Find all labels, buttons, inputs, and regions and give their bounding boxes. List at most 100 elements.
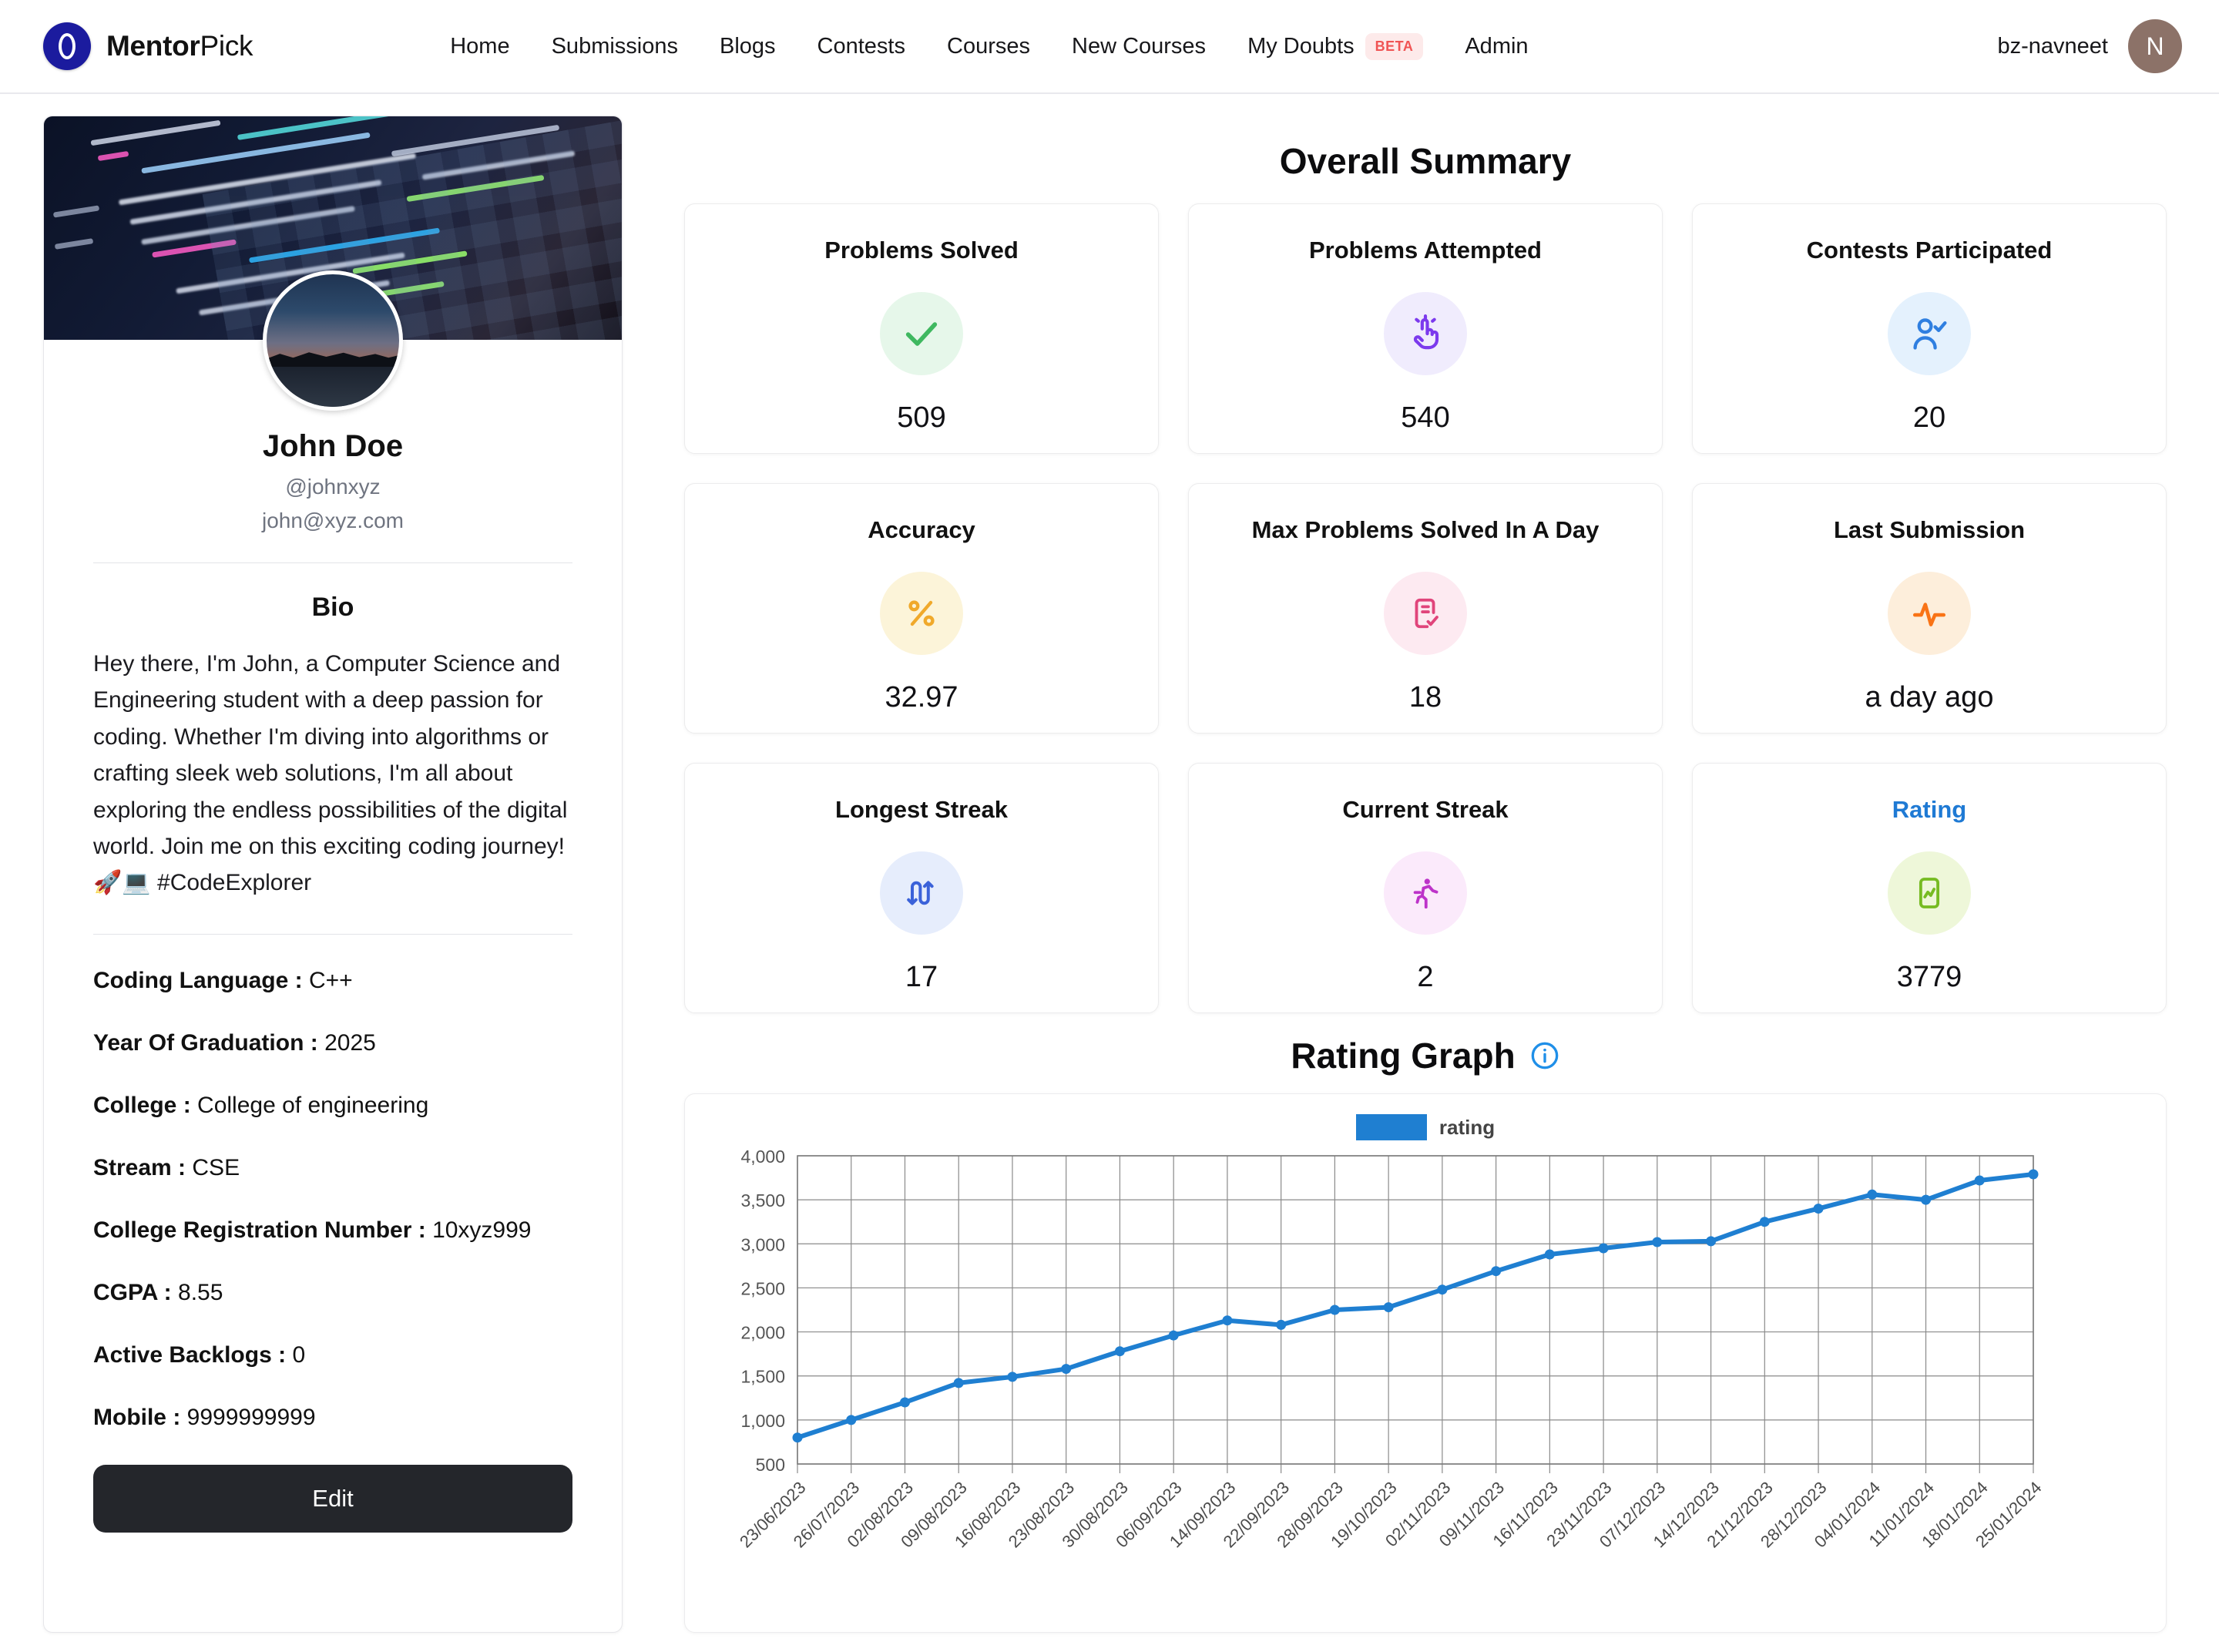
stat-label-rating-link[interactable]: Rating: [1892, 796, 1966, 824]
rating-line-chart: 4,000 3,500 3,000 2,500 2,000 1,500 1,000 500 23…: [707, 1147, 2144, 1609]
field-key: College Registration Number :: [93, 1217, 426, 1243]
rating-graph-heading: Rating Graph: [684, 1035, 2167, 1076]
stat-value: 3779: [1896, 961, 1962, 993]
brand[interactable]: MentorPick: [43, 22, 253, 70]
svg-text:3,500: 3,500: [740, 1190, 785, 1210]
stat-card-problems-solved: Problems Solved 509: [684, 203, 1159, 454]
stat-card-contests-participated: Contests Participated 20: [1692, 203, 2167, 454]
field-value: C++: [308, 967, 353, 993]
stat-value: a day ago: [1865, 681, 1994, 714]
stat-value: 509: [897, 401, 946, 434]
nav-user-area: bz-navneet N: [1997, 19, 2182, 73]
stat-value: 2: [1417, 961, 1434, 993]
svg-text:2,000: 2,000: [740, 1323, 785, 1343]
nav-item-my-doubts-wrap: My Doubts BETA: [1247, 32, 1424, 60]
tap-finger-icon: [1384, 292, 1467, 375]
top-navbar: MentorPick Home Submissions Blogs Contes…: [0, 0, 2219, 94]
field-key: Stream :: [93, 1154, 186, 1180]
stat-label: Last Submission: [1833, 516, 2026, 543]
user-check-icon: [1888, 292, 1971, 375]
rating-chart-icon: [1888, 851, 1971, 935]
field-mobile: Mobile : 9999999999: [93, 1402, 572, 1432]
list-check-icon: [1384, 572, 1467, 655]
svg-text:3,000: 3,000: [740, 1234, 785, 1254]
profile-handle: @johnxyz: [285, 475, 381, 499]
stat-value: 540: [1401, 401, 1450, 434]
avatar[interactable]: N: [2128, 19, 2182, 73]
nav-item-my-doubts[interactable]: My Doubts: [1247, 34, 1355, 59]
nav-item-contests[interactable]: Contests: [817, 34, 905, 59]
legend-label-rating: rating: [1438, 1115, 1496, 1139]
brand-title: MentorPick: [106, 30, 253, 62]
stat-card-longest-streak: Longest Streak 17: [684, 763, 1159, 1013]
profile-field-list: Coding Language : C++ Year Of Graduation…: [93, 965, 572, 1432]
nav-item-blogs[interactable]: Blogs: [720, 34, 776, 59]
field-value: CSE: [192, 1154, 240, 1180]
bio-text: Hey there, I'm John, a Computer Science …: [93, 651, 568, 896]
field-key: Active Backlogs :: [93, 1341, 287, 1368]
stat-card-accuracy: Accuracy 32.97: [684, 483, 1159, 734]
activity-pulse-icon: [1888, 572, 1971, 655]
stat-label: Accuracy: [868, 516, 975, 543]
page-body: John Doe @johnxyz john@xyz.com Bio Hey t…: [0, 94, 2219, 1633]
nav-item-new-courses[interactable]: New Courses: [1072, 34, 1206, 59]
legend-swatch-rating: [1355, 1114, 1427, 1140]
check-icon: [880, 292, 963, 375]
profile-avatar-image: [263, 270, 403, 411]
svg-text:1,000: 1,000: [740, 1411, 785, 1431]
stat-label: Contests Participated: [1806, 237, 2053, 264]
edit-button[interactable]: Edit: [93, 1464, 572, 1533]
field-active-backlogs: Active Backlogs : 0: [93, 1340, 572, 1370]
username-label: bz-navneet: [1997, 33, 2109, 59]
stat-value: 32.97: [885, 681, 958, 714]
field-key: Mobile :: [93, 1404, 181, 1430]
stat-value: 20: [1912, 401, 1946, 434]
stat-label: Max Problems Solved In A Day: [1251, 516, 1600, 543]
nav-item-submissions[interactable]: Submissions: [552, 34, 678, 59]
stat-value: 18: [1408, 681, 1442, 714]
brand-bold: Mentor: [106, 30, 200, 62]
svg-text:500: 500: [756, 1455, 785, 1475]
stat-card-rating[interactable]: Rating 3779: [1692, 763, 2167, 1013]
summary-column: Overall Summary Problems Solved 509 Prob…: [684, 116, 2176, 1633]
profile-email: john@xyz.com: [261, 509, 405, 532]
page-title: Overall Summary: [1279, 141, 1572, 181]
info-circle-icon[interactable]: [1529, 1040, 1560, 1071]
field-key: CGPA :: [93, 1279, 172, 1305]
streak-arrows-icon: [880, 851, 963, 935]
brand-normal: Pick: [200, 30, 253, 62]
running-person-icon: [1384, 851, 1467, 935]
field-college-registration-number: College Registration Number : 10xyz999: [93, 1215, 572, 1245]
nav-item-home[interactable]: Home: [450, 34, 509, 59]
field-value: 8.55: [178, 1279, 223, 1305]
rating-chart-card: rating 4,000 3,500 3,000 2,500 2,000 1,500 1,0…: [684, 1093, 2167, 1633]
stat-label: Problems Attempted: [1308, 237, 1542, 264]
profile-name: John Doe: [262, 429, 404, 463]
stat-label: Longest Streak: [835, 796, 1008, 823]
field-value: 0: [292, 1341, 306, 1368]
nav-item-admin[interactable]: Admin: [1465, 34, 1528, 59]
chart-svg: 4,0003,5003,0002,5002,0001,5001,00050023…: [736, 1147, 2046, 1551]
percent-icon: [880, 572, 963, 655]
field-value: 9999999999: [186, 1404, 316, 1430]
stat-label: Problems Solved: [824, 237, 1019, 264]
rating-graph-title: Rating Graph: [1291, 1036, 1516, 1076]
mentorpick-logo-icon: [43, 22, 91, 70]
bio-heading: Bio: [311, 593, 354, 622]
field-year-of-graduation: Year Of Graduation : 2025: [93, 1028, 572, 1058]
stat-card-problems-attempted: Problems Attempted 540: [1188, 203, 1663, 454]
svg-text:4,000: 4,000: [740, 1147, 785, 1167]
field-key: Coding Language :: [93, 967, 303, 993]
field-coding-language: Coding Language : C++: [93, 965, 572, 996]
stat-card-last-submission: Last Submission a day ago: [1692, 483, 2167, 734]
field-cgpa: CGPA : 8.55: [93, 1278, 572, 1308]
nav-item-courses[interactable]: Courses: [947, 34, 1030, 59]
field-key: College :: [93, 1092, 191, 1118]
svg-text:1,500: 1,500: [740, 1367, 785, 1387]
field-stream: Stream : CSE: [93, 1153, 572, 1183]
nav-links: Home Submissions Blogs Contests Courses …: [450, 32, 1529, 60]
stat-label: Current Streak: [1342, 796, 1509, 823]
field-key: Year Of Graduation :: [93, 1029, 318, 1056]
stat-card-current-streak: Current Streak 2: [1188, 763, 1663, 1013]
divider: [93, 562, 572, 563]
